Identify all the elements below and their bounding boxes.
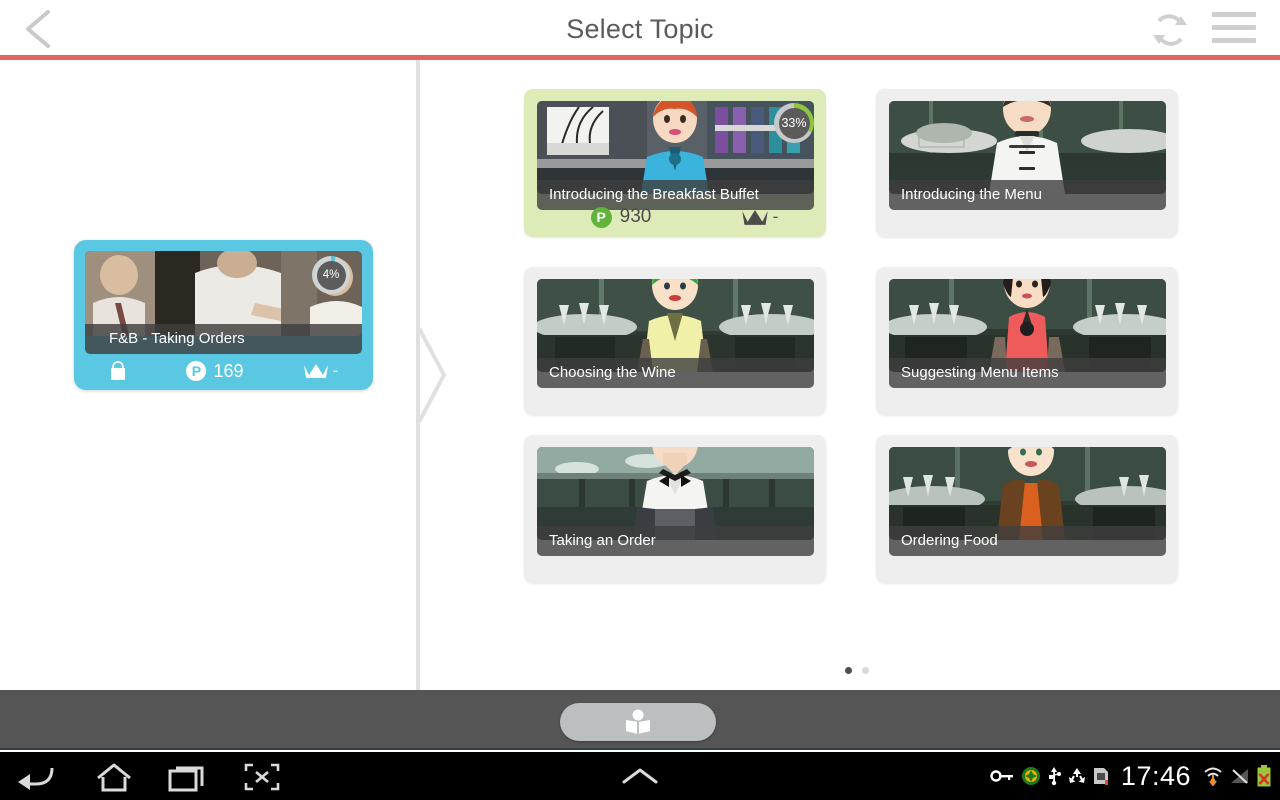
- screenshot-icon: [244, 763, 280, 791]
- topic-title: Suggesting Menu Items: [889, 358, 1166, 388]
- topic-stats: P 930 -: [537, 201, 814, 233]
- course-points-value: 169: [213, 360, 244, 381]
- topic-grid: 33% Introducing the Breakfast Buffet P 9…: [524, 89, 1178, 609]
- nav-back-button[interactable]: [12, 760, 68, 794]
- menu-button[interactable]: [1212, 12, 1256, 48]
- topic-progress-label: 33%: [778, 107, 810, 139]
- topic-card-introducing-the-menu[interactable]: Introducing the Menu: [876, 89, 1178, 237]
- course-progress-ring: 4%: [312, 256, 350, 294]
- topic-card-taking-an-order[interactable]: Taking an Order: [524, 435, 826, 583]
- page-title: Select Topic: [566, 14, 714, 44]
- nav-home-button[interactable]: [86, 760, 142, 794]
- course-stats: P 169 -: [85, 358, 362, 384]
- person-reading-book-icon: [626, 709, 650, 734]
- sim-card-alert-icon: [1093, 768, 1108, 785]
- refresh-icon: [1153, 14, 1187, 46]
- course-crown-stat: -: [279, 361, 362, 381]
- key-icon: [990, 770, 1013, 782]
- topic-title: Ordering Food: [889, 526, 1166, 556]
- points-badge-icon: P: [186, 361, 207, 381]
- main-content: F&B - Taking Orders P 169 - 4% 33% Intro…: [0, 60, 1280, 690]
- topic-title: Taking an Order: [537, 526, 814, 556]
- battery-error-icon: [1257, 765, 1271, 787]
- topic-card-suggesting-menu-items[interactable]: Suggesting Menu Items: [876, 267, 1178, 415]
- pagination-dot-inactive[interactable]: [862, 667, 869, 674]
- wifi-icon: [1204, 767, 1222, 786]
- topic-card-ordering-food[interactable]: Ordering Food: [876, 435, 1178, 583]
- topic-card-introducing-the-breakfast-buffet[interactable]: 33% Introducing the Breakfast Buffet P 9…: [524, 89, 826, 237]
- course-title: F&B - Taking Orders: [85, 324, 362, 354]
- nav-screenshot-button[interactable]: [234, 760, 290, 794]
- pagination-dot-active[interactable]: [845, 667, 852, 674]
- home-icon: [97, 763, 131, 792]
- recycle-icon: [1068, 768, 1085, 783]
- shopping-bag-stat: [85, 360, 151, 382]
- topic-points-value: 930: [619, 206, 652, 227]
- topic-crown-value: -: [772, 207, 779, 226]
- points-badge-icon: P: [590, 206, 612, 228]
- nav-recent-apps-button[interactable]: [160, 760, 216, 794]
- hamburger-menu-icon: [1212, 12, 1256, 17]
- topic-crown-stat: -: [705, 207, 814, 227]
- green-plus-circle-icon: [1021, 767, 1040, 785]
- crown-icon: [741, 209, 768, 225]
- nav-expand-button[interactable]: [612, 760, 668, 794]
- pagination-dots[interactable]: [840, 664, 880, 678]
- signal-off-icon: [1231, 769, 1248, 784]
- chevron-up-icon: [622, 768, 658, 784]
- topic-title: Choosing the Wine: [537, 358, 814, 388]
- topic-progress-ring: 33%: [774, 103, 814, 143]
- app-header: Select Topic: [0, 0, 1280, 60]
- shopping-bag-icon: [111, 361, 125, 380]
- recent-apps-icon: [168, 766, 204, 792]
- course-points-stat: P 169: [151, 361, 279, 382]
- back-arrow-icon: [18, 767, 54, 790]
- course-progress-label: 4%: [316, 260, 346, 290]
- android-nav-bar: 17:46: [0, 752, 1280, 800]
- divider-chevron-icon: [418, 328, 447, 422]
- refresh-button[interactable]: [1148, 10, 1192, 50]
- topic-card-choosing-the-wine[interactable]: Choosing the Wine: [524, 267, 826, 415]
- course-crown-value: -: [332, 361, 339, 380]
- hamburger-menu-icon: [1212, 25, 1256, 30]
- topic-points-stat: P 930: [537, 206, 705, 228]
- reader-button[interactable]: [560, 703, 716, 741]
- status-clock: 17:46: [1120, 760, 1191, 791]
- crown-icon: [303, 364, 328, 378]
- status-bar-icons: 17:46: [990, 752, 1272, 800]
- topic-title: Introducing the Menu: [889, 180, 1166, 210]
- hamburger-menu-icon: [1212, 38, 1256, 43]
- usb-icon: [1048, 767, 1061, 786]
